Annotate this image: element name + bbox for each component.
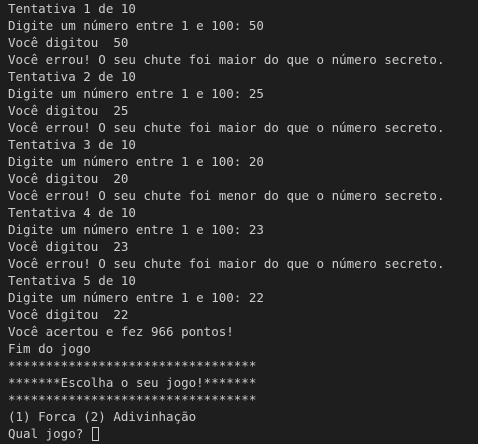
terminal-line: (1) Forca (2) Adivinhação: [8, 409, 197, 424]
terminal-line: Digite um número entre 1 e 100: 23: [8, 222, 264, 237]
terminal-line: Você acertou e fez 966 pontos!: [8, 324, 234, 339]
text-cursor[interactable]: [91, 426, 99, 441]
terminal-line: Digite um número entre 1 e 100: 25: [8, 86, 264, 101]
terminal-line: Tentativa 3 de 10: [8, 137, 136, 152]
terminal-line: Tentativa 4 de 10: [8, 205, 136, 220]
terminal-line: Você errou! O seu chute foi maior do que…: [8, 120, 445, 135]
terminal-line: Você digitou 20: [8, 171, 129, 186]
terminal-line: Digite um número entre 1 e 100: 20: [8, 154, 264, 169]
terminal-line: *********************************: [8, 358, 257, 373]
terminal-line: Fim do jogo: [8, 341, 91, 356]
terminal-line: Você digitou 25: [8, 103, 129, 118]
terminal-line: Você errou! O seu chute foi maior do que…: [8, 52, 445, 67]
terminal-input-line[interactable]: Qual jogo?: [8, 425, 478, 442]
terminal-line: Você digitou 22: [8, 307, 129, 322]
terminal-line: Você digitou 50: [8, 35, 129, 50]
terminal-line: *******Escolha o seu jogo!*******: [8, 375, 257, 390]
terminal-line: Digite um número entre 1 e 100: 22: [8, 290, 264, 305]
terminal-line: Digite um número entre 1 e 100: 50: [8, 18, 264, 33]
terminal-line: Você errou! O seu chute foi maior do que…: [8, 256, 445, 271]
terminal-panel[interactable]: Tentativa 1 de 10 Digite um número entre…: [0, 0, 478, 444]
terminal-line: *********************************: [8, 392, 257, 407]
terminal-line: Você errou! O seu chute foi menor do que…: [8, 188, 445, 203]
terminal-line: Tentativa 2 de 10: [8, 69, 136, 84]
terminal-line: Tentativa 5 de 10: [8, 273, 136, 288]
terminal-line: Você digitou 23: [8, 239, 129, 254]
prompt-text: Qual jogo?: [8, 426, 91, 441]
terminal-line: Tentativa 1 de 10: [8, 1, 136, 16]
